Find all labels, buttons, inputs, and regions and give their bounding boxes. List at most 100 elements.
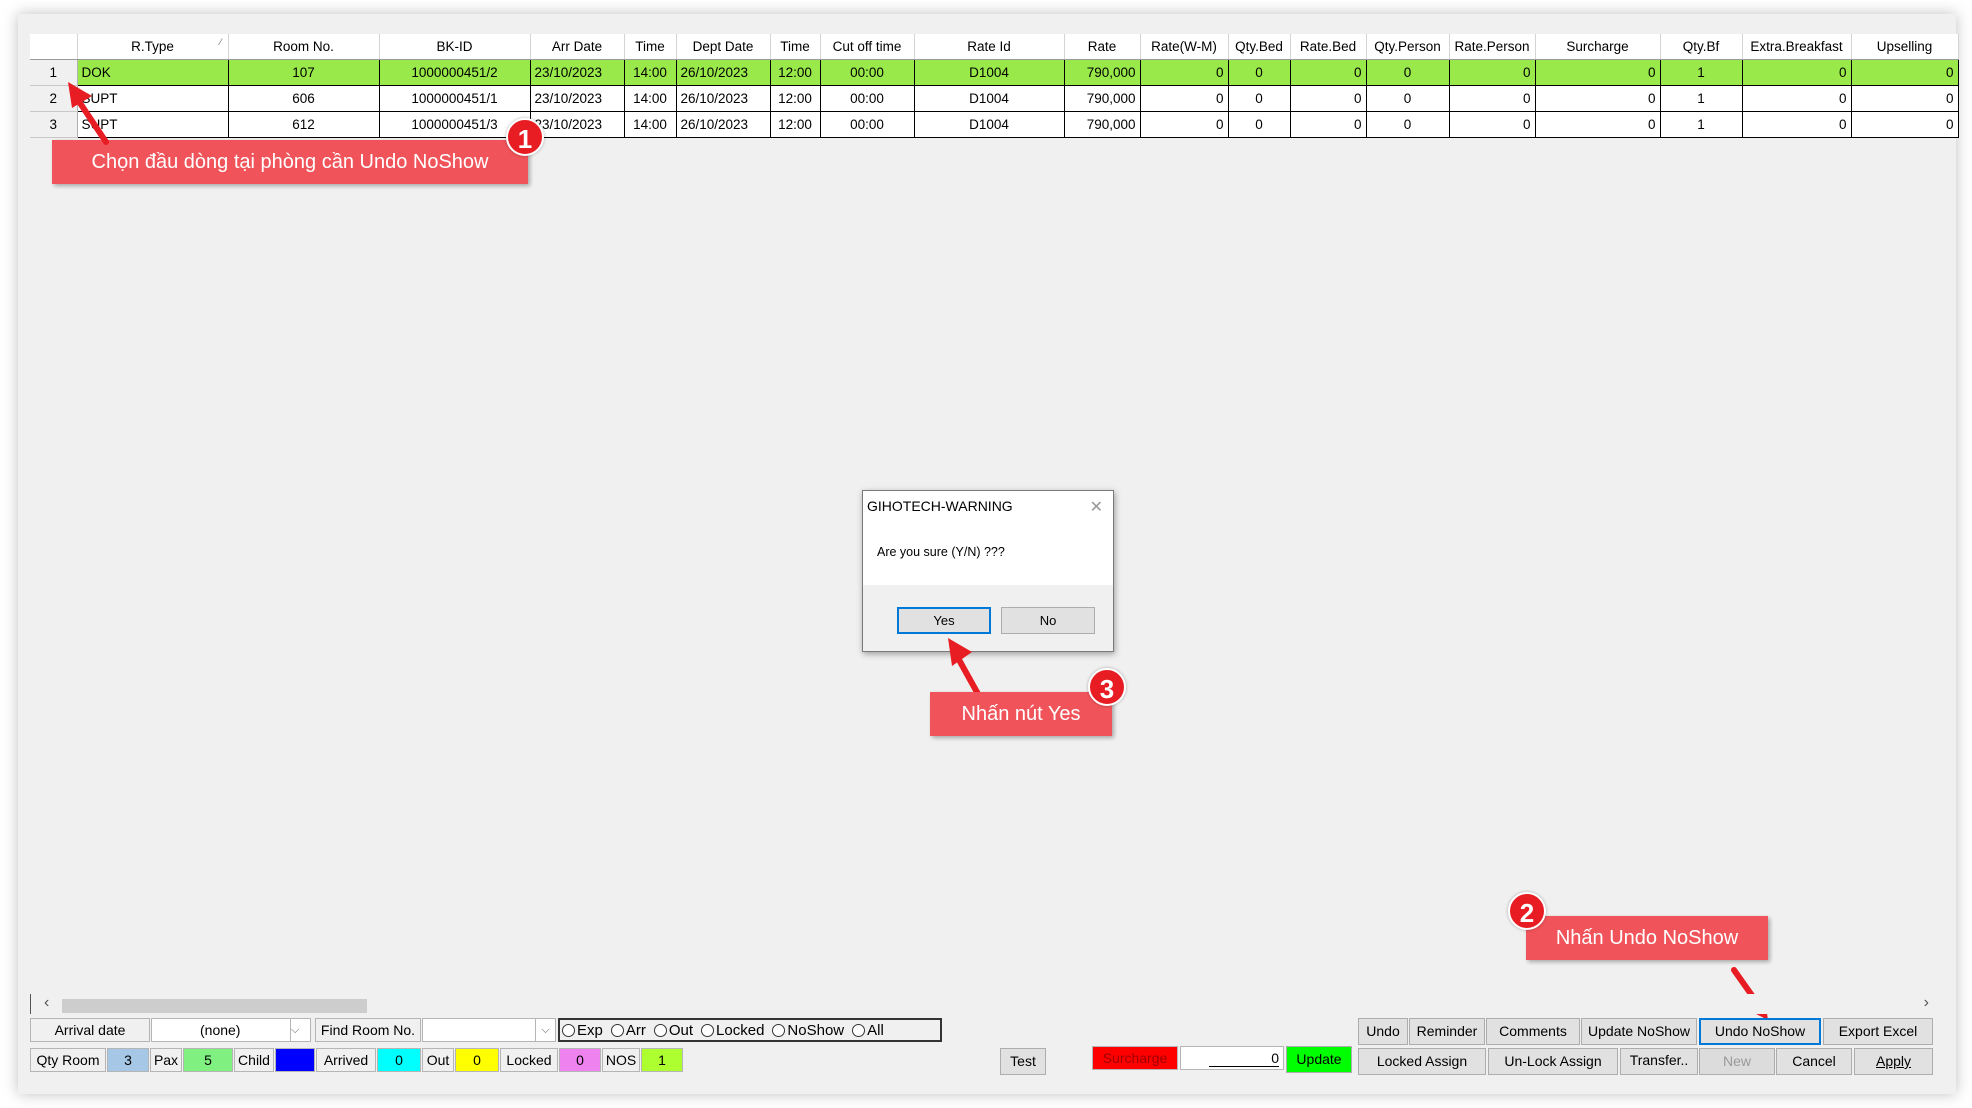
- cancel-button[interactable]: Cancel: [1776, 1048, 1852, 1075]
- table-cell[interactable]: 1000000451/2: [379, 59, 531, 86]
- column-header[interactable]: Cut off time: [820, 34, 915, 60]
- table-cell[interactable]: 26/10/2023: [676, 85, 771, 112]
- table-cell[interactable]: 0: [1851, 85, 1959, 112]
- table-cell[interactable]: 12:00: [770, 59, 821, 86]
- table-cell[interactable]: 0: [1851, 59, 1959, 86]
- table-cell[interactable]: 12:00: [770, 111, 821, 138]
- column-header[interactable]: Qty.Person: [1366, 34, 1450, 60]
- close-icon[interactable]: ✕: [1090, 497, 1103, 517]
- column-header[interactable]: Time: [624, 34, 677, 60]
- column-header[interactable]: R.Type ⁄: [77, 34, 229, 60]
- radio-option[interactable]: Locked: [701, 1021, 764, 1040]
- apply-button[interactable]: Apply: [1854, 1048, 1933, 1075]
- table-cell[interactable]: 1: [1660, 59, 1743, 86]
- table-cell[interactable]: 0: [1140, 111, 1229, 138]
- column-header[interactable]: Rate.Bed: [1290, 34, 1367, 60]
- radio-option[interactable]: NoShow: [772, 1021, 844, 1040]
- update-button[interactable]: Update: [1286, 1046, 1352, 1073]
- radio-circle-icon[interactable]: [562, 1024, 575, 1037]
- update-noshow-button[interactable]: Update NoShow: [1581, 1018, 1697, 1045]
- table-cell[interactable]: 14:00: [624, 59, 677, 86]
- radio-option[interactable]: All: [852, 1021, 884, 1040]
- table-cell[interactable]: 1000000451/1: [379, 85, 531, 112]
- column-header[interactable]: Room No.: [228, 34, 380, 60]
- table-cell[interactable]: 0: [1535, 111, 1661, 138]
- horizontal-scrollbar[interactable]: ‹ ›: [30, 994, 1935, 1014]
- table-cell[interactable]: 12:00: [770, 85, 821, 112]
- new-button[interactable]: New: [1699, 1048, 1775, 1075]
- table-cell[interactable]: 0: [1742, 59, 1852, 86]
- table-cell[interactable]: 0: [1228, 59, 1291, 86]
- table-cell[interactable]: 0: [1290, 111, 1367, 138]
- column-header[interactable]: BK-ID: [379, 34, 531, 60]
- radio-option[interactable]: Exp: [562, 1021, 603, 1040]
- table-cell[interactable]: 0: [1535, 85, 1661, 112]
- table-cell[interactable]: 0: [1228, 111, 1291, 138]
- column-header[interactable]: Time: [770, 34, 821, 60]
- table-cell[interactable]: 0: [1140, 85, 1229, 112]
- column-header[interactable]: Upselling: [1851, 34, 1959, 60]
- radio-circle-icon[interactable]: [610, 1024, 624, 1037]
- table-cell[interactable]: 0: [1742, 111, 1852, 138]
- locked-assign-button[interactable]: Locked Assign: [1358, 1048, 1486, 1075]
- radio-circle-icon[interactable]: [852, 1024, 866, 1037]
- unlock-assign-button[interactable]: Un-Lock Assign: [1488, 1048, 1618, 1075]
- column-header[interactable]: Rate.Person: [1449, 34, 1536, 60]
- radio-circle-icon[interactable]: [653, 1024, 667, 1037]
- table-row[interactable]: 3 SUPT 612 1000000451/3 23/10/2023 14:00 26/10…: [30, 111, 1959, 138]
- reminder-button[interactable]: Reminder: [1409, 1018, 1485, 1045]
- table-row[interactable]: 2 SUPT 606 1000000451/1 23/10/2023 14:00 26/10…: [30, 85, 1959, 112]
- table-cell[interactable]: 26/10/2023: [676, 59, 771, 86]
- table-cell[interactable]: 00:00: [820, 59, 915, 86]
- table-cell[interactable]: 0: [1851, 111, 1959, 138]
- table-cell[interactable]: 790,000: [1064, 85, 1141, 112]
- table-cell[interactable]: 0: [1366, 111, 1450, 138]
- column-header[interactable]: Qty.Bed: [1228, 34, 1291, 60]
- column-header[interactable]: Dept Date: [676, 34, 771, 60]
- table-cell[interactable]: 0: [1140, 59, 1229, 86]
- table-cell[interactable]: 0: [1366, 59, 1450, 86]
- radio-option[interactable]: Out: [653, 1021, 693, 1040]
- table-cell[interactable]: 14:00: [624, 85, 677, 112]
- table-cell[interactable]: 790,000: [1064, 59, 1141, 86]
- table-cell[interactable]: 0: [1742, 85, 1852, 112]
- column-header[interactable]: Surcharge: [1535, 34, 1661, 60]
- table-cell[interactable]: 612: [228, 111, 380, 138]
- no-button[interactable]: No: [1001, 607, 1095, 634]
- column-header[interactable]: Arr Date: [530, 34, 625, 60]
- table-cell[interactable]: D1004: [914, 111, 1065, 138]
- table-cell[interactable]: 00:00: [820, 85, 915, 112]
- test-button[interactable]: Test: [1000, 1048, 1046, 1075]
- column-header[interactable]: Rate: [1064, 34, 1141, 60]
- table-cell[interactable]: 23/10/2023: [530, 59, 625, 86]
- table-cell[interactable]: 790,000: [1064, 111, 1141, 138]
- table-cell[interactable]: 1: [1660, 111, 1743, 138]
- find-room-select[interactable]: ⌵: [422, 1018, 556, 1042]
- table-cell[interactable]: 0: [1449, 111, 1536, 138]
- comments-button[interactable]: Comments: [1486, 1018, 1580, 1045]
- table-cell[interactable]: 0: [1290, 85, 1367, 112]
- radio-circle-icon[interactable]: [772, 1024, 786, 1037]
- yes-button[interactable]: Yes: [897, 607, 991, 634]
- column-header[interactable]: Extra.Breakfast: [1742, 34, 1852, 60]
- scroll-left-icon[interactable]: ‹: [44, 994, 49, 1012]
- export-excel-button[interactable]: Export Excel: [1823, 1018, 1933, 1045]
- table-cell[interactable]: 0: [1290, 59, 1367, 86]
- table-cell[interactable]: 0: [1535, 59, 1661, 86]
- column-header[interactable]: Rate Id: [914, 34, 1065, 60]
- table-cell[interactable]: 0: [1228, 85, 1291, 112]
- table-cell[interactable]: D1004: [914, 59, 1065, 86]
- table-cell[interactable]: 23/10/2023: [530, 85, 625, 112]
- arrival-date-select[interactable]: (none) ⌵: [151, 1018, 311, 1042]
- transfer-button[interactable]: Transfer..: [1620, 1048, 1698, 1075]
- table-cell[interactable]: 26/10/2023: [676, 111, 771, 138]
- table-cell[interactable]: D1004: [914, 85, 1065, 112]
- table-cell[interactable]: 00:00: [820, 111, 915, 138]
- table-cell[interactable]: 0: [1449, 85, 1536, 112]
- column-header[interactable]: Qty.Bf: [1660, 34, 1743, 60]
- undo-button[interactable]: Undo: [1358, 1018, 1408, 1045]
- column-header[interactable]: Rate(W-M): [1140, 34, 1229, 60]
- undo-noshow-button[interactable]: Undo NoShow: [1699, 1018, 1821, 1045]
- radio-option[interactable]: Arr: [610, 1021, 646, 1040]
- table-cell[interactable]: 14:00: [624, 111, 677, 138]
